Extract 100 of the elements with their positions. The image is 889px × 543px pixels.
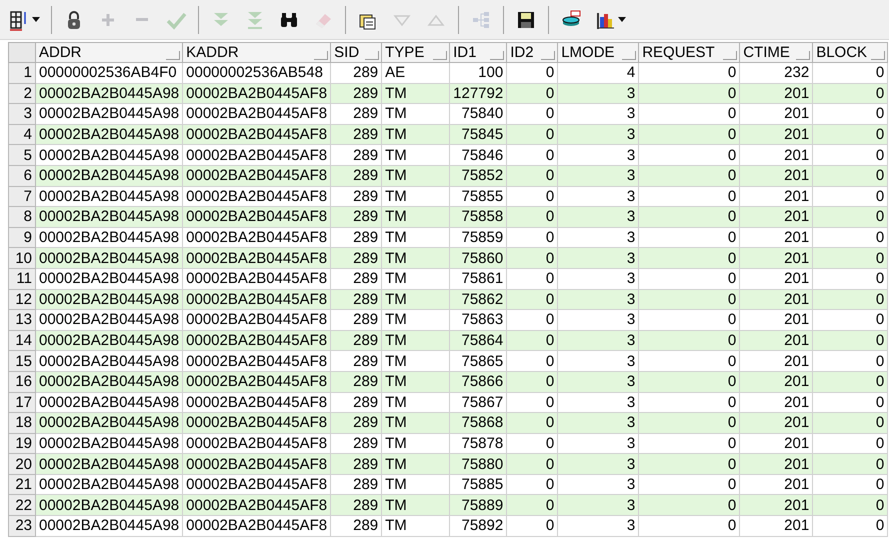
table-cell: 289 xyxy=(330,165,382,186)
table-cell: 0 xyxy=(506,350,558,372)
table-cell: 0 xyxy=(812,268,888,290)
row-number: 3 xyxy=(8,104,36,124)
sort-handle-icon xyxy=(796,51,810,60)
table-cell: 75846 xyxy=(450,144,507,166)
table-cell: 0 xyxy=(506,310,558,330)
minus-icon xyxy=(136,18,148,21)
row-number: 12 xyxy=(8,289,36,310)
table-cell: 0 xyxy=(638,104,740,124)
row-number: 15 xyxy=(8,350,36,372)
row-number: 7 xyxy=(8,186,36,207)
table-cell: 0 xyxy=(638,248,740,268)
row-number: 16 xyxy=(8,371,36,392)
table-cell: 00000002536AB4F0 xyxy=(36,62,183,84)
table-cell: 3 xyxy=(558,248,639,268)
table-cell: 0 xyxy=(506,268,558,290)
table-cell: 0 xyxy=(812,206,888,228)
table-cell: 0 xyxy=(812,144,888,166)
table-cell: 0 xyxy=(506,371,558,392)
table-cell: 0 xyxy=(812,104,888,124)
table-cell: 0 xyxy=(638,412,740,434)
table-cell: 00002BA2B0445AF8 xyxy=(182,350,331,372)
table-cell: 0 xyxy=(638,144,740,166)
sort-handle-icon xyxy=(871,51,886,60)
table-cell: 75840 xyxy=(450,104,507,124)
table-cell: 201 xyxy=(740,516,813,536)
table-cell: 201 xyxy=(740,165,813,186)
table-cell: 75858 xyxy=(450,206,507,228)
table-cell: 201 xyxy=(740,104,813,124)
sort-handle-icon xyxy=(166,51,180,60)
table-cell: TM xyxy=(382,268,450,290)
sort-handle-icon xyxy=(723,51,738,60)
table-cell: 289 xyxy=(330,454,382,474)
table-cell: 0 xyxy=(812,165,888,186)
table-cell: 75861 xyxy=(450,268,507,290)
table-cell: 0 xyxy=(812,248,888,268)
table-cell: 0 xyxy=(506,516,558,536)
table-cell: 00002BA2B0445A98 xyxy=(36,310,183,330)
table-cell: 201 xyxy=(740,371,813,392)
table-cell: TM xyxy=(382,144,450,166)
table-cell: 0 xyxy=(812,516,888,536)
table-cell: 0 xyxy=(506,248,558,268)
row-number: 11 xyxy=(8,268,36,290)
table-cell: 0 xyxy=(506,412,558,434)
table-cell: 201 xyxy=(740,206,813,228)
table-cell: 00002BA2B0445AF8 xyxy=(182,454,331,474)
table-cell: 75863 xyxy=(450,310,507,330)
row-number: 21 xyxy=(8,474,36,495)
table-cell: 00002BA2B0445AF8 xyxy=(182,371,331,392)
table-cell: 3 xyxy=(558,516,639,536)
sort-handle-icon xyxy=(314,51,328,60)
table-cell: 201 xyxy=(740,412,813,434)
table-cell: TM xyxy=(382,454,450,474)
table-cell: 289 xyxy=(330,350,382,372)
table-cell: TM xyxy=(382,310,450,330)
table-cell: 00002BA2B0445A98 xyxy=(36,248,183,268)
table-cell: TM xyxy=(382,371,450,392)
table-cell: TM xyxy=(382,104,450,124)
table-cell: AE xyxy=(382,62,450,84)
table-cell: 0 xyxy=(638,310,740,330)
table-cell: 75860 xyxy=(450,248,507,268)
table-cell: 289 xyxy=(330,62,382,84)
table-cell: 00002BA2B0445AF8 xyxy=(182,310,331,330)
table-cell: 00002BA2B0445A98 xyxy=(36,371,183,392)
table-cell: 201 xyxy=(740,454,813,474)
table-cell: 289 xyxy=(330,248,382,268)
sort-handle-icon xyxy=(490,51,504,60)
table-cell: 0 xyxy=(506,454,558,474)
table-cell: 289 xyxy=(330,412,382,434)
table-cell: 0 xyxy=(638,371,740,392)
table-cell: 3 xyxy=(558,104,639,124)
row-number: 9 xyxy=(8,227,36,248)
table-cell: 0 xyxy=(506,165,558,186)
table-cell: 0 xyxy=(638,62,740,84)
row-number: 8 xyxy=(8,206,36,228)
table-cell: 201 xyxy=(740,248,813,268)
table-cell: 0 xyxy=(638,206,740,228)
table-cell: 0 xyxy=(638,454,740,474)
row-number: 2 xyxy=(8,83,36,104)
table-cell: 00002BA2B0445A98 xyxy=(36,165,183,186)
table-cell: 0 xyxy=(638,165,740,186)
row-number: 23 xyxy=(8,516,36,536)
table-cell: 3 xyxy=(558,350,639,372)
table-cell: 00002BA2B0445A98 xyxy=(36,454,183,474)
table-cell: 201 xyxy=(740,268,813,290)
table-cell: 00002BA2B0445AF8 xyxy=(182,412,331,434)
table-cell: 75868 xyxy=(450,412,507,434)
row-number: 20 xyxy=(8,454,36,474)
table-cell: 00002BA2B0445A98 xyxy=(36,104,183,124)
row-number: 6 xyxy=(8,165,36,186)
table-cell: 0 xyxy=(812,350,888,372)
table-cell: 00002BA2B0445A98 xyxy=(36,412,183,434)
table-cell: 0 xyxy=(638,350,740,372)
table-cell: TM xyxy=(382,248,450,268)
table-cell: 75852 xyxy=(450,165,507,186)
row-number: 14 xyxy=(8,330,36,351)
table-cell: TM xyxy=(382,350,450,372)
table-cell: 00002BA2B0445A98 xyxy=(36,206,183,228)
row-number: 13 xyxy=(8,310,36,330)
